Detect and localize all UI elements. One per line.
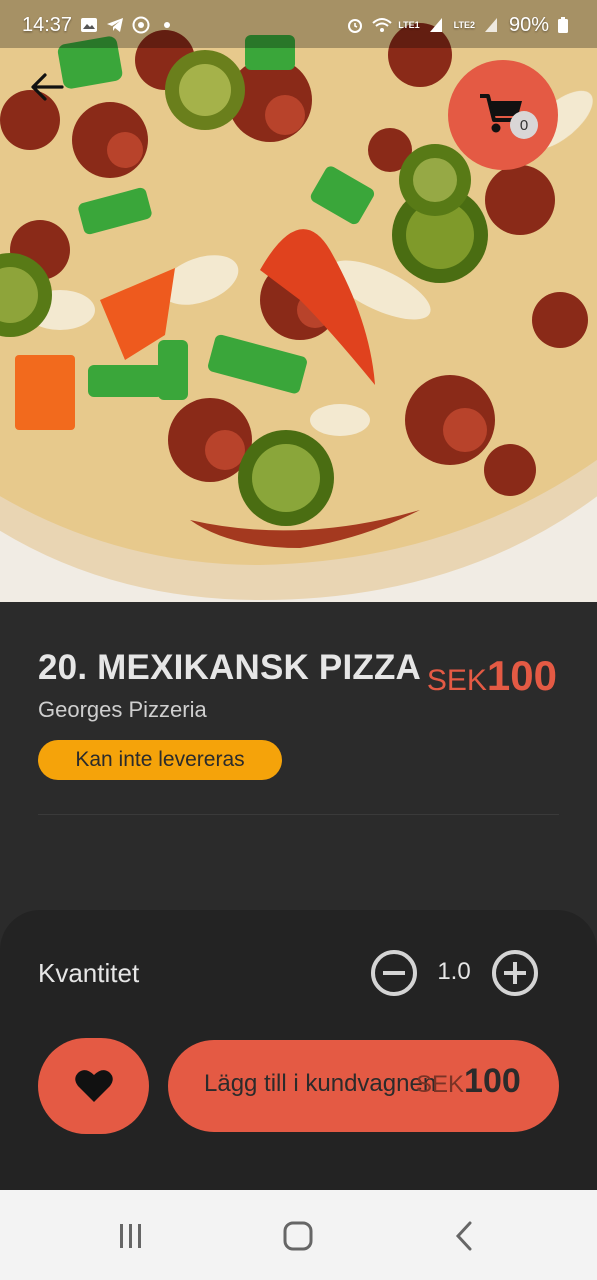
- arrow-left-icon: [31, 73, 64, 101]
- restaurant-name: Georges Pizzeria: [38, 697, 207, 722]
- delivery-status-badge: Kan inte levereras: [38, 740, 282, 780]
- add-to-cart-button[interactable]: Lägg till i kundvagnen SEK 100: [168, 1040, 559, 1132]
- add-to-cart-label: Lägg till i kundvagnen: [204, 1070, 437, 1097]
- total-currency: SEK: [416, 1071, 465, 1098]
- heart-icon: [74, 1070, 113, 1102]
- signal-icon: [428, 16, 446, 34]
- price-currency: SEK: [426, 664, 487, 697]
- whatsapp-icon: [132, 16, 150, 34]
- product-title: 20. MEXIKANSK PIZZA: [38, 648, 422, 687]
- system-nav-bar: [0, 1190, 597, 1280]
- recent-apps-button[interactable]: [109, 1214, 153, 1258]
- chevron-left-icon: [455, 1221, 472, 1251]
- quantity-increase-button[interactable]: [492, 950, 538, 996]
- price-amount: 100: [486, 652, 557, 699]
- quantity-decrease-button[interactable]: [371, 950, 417, 996]
- cart-button[interactable]: 0: [448, 60, 558, 170]
- home-icon: [283, 1221, 313, 1251]
- notification-dot-icon: [158, 16, 176, 34]
- total-amount: 100: [464, 1062, 521, 1100]
- wifi-icon: [372, 16, 392, 34]
- cart-count-badge: 0: [510, 111, 538, 139]
- product-image: 14:37 LTE1 LTE2 90% 0: [0, 0, 597, 602]
- battery-icon: [557, 16, 575, 34]
- gallery-icon: [80, 16, 98, 34]
- system-back-button[interactable]: [443, 1214, 487, 1258]
- recent-apps-icon: [120, 1224, 141, 1248]
- sim1-label: LTE1: [398, 19, 420, 30]
- product-price: SEK 100: [427, 652, 557, 700]
- telegram-icon: [106, 16, 124, 34]
- status-time: 14:37: [22, 13, 73, 36]
- back-button[interactable]: [30, 72, 74, 116]
- signal-icon: [483, 16, 501, 34]
- favorite-button[interactable]: [38, 1038, 149, 1134]
- home-button[interactable]: [276, 1214, 320, 1258]
- status-bar: 14:37 LTE1 LTE2 90%: [0, 0, 597, 50]
- quantity-label: Kvantitet: [38, 958, 140, 988]
- sim2-label: LTE2: [453, 19, 475, 30]
- quantity-value: 1.0: [437, 958, 471, 985]
- divider: [38, 814, 559, 815]
- battery-percent: 90%: [508, 13, 549, 36]
- add-to-cart-price: SEK 100: [416, 1062, 521, 1101]
- alarm-icon: [346, 16, 364, 34]
